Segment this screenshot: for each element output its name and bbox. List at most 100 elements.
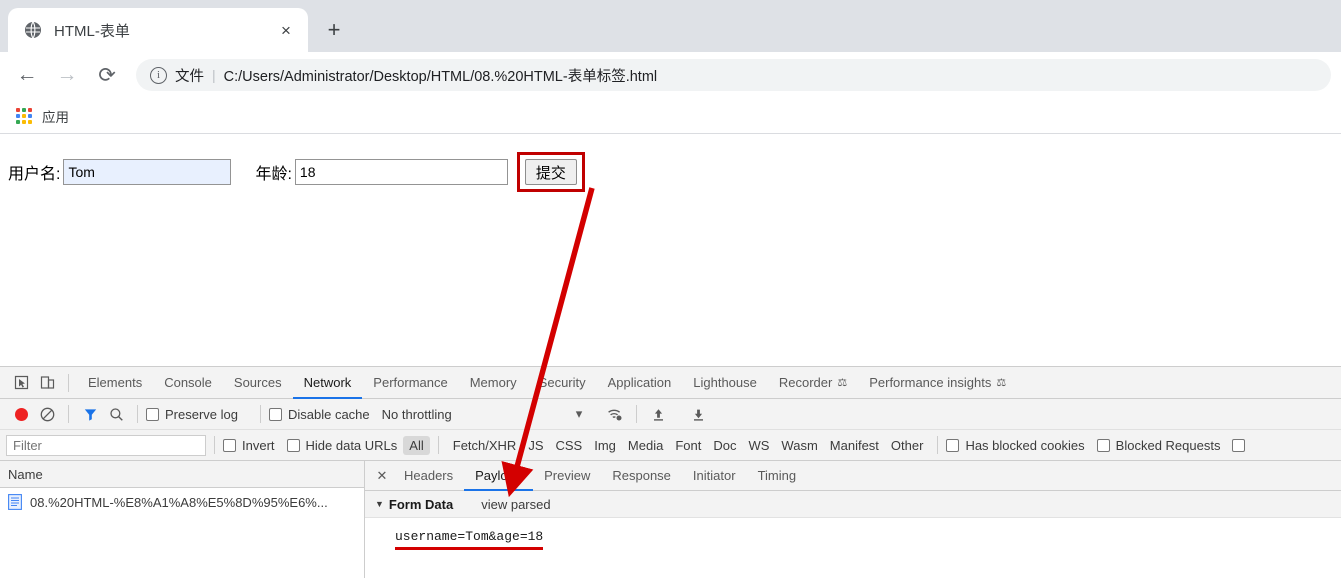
record-button[interactable] xyxy=(8,401,34,427)
filter-type-ws[interactable]: WS xyxy=(742,436,775,455)
devtools-tab-performance-insights[interactable]: Performance insights ⚖ xyxy=(858,367,1017,399)
devtools-tab-label: Sources xyxy=(234,367,282,399)
address-bar[interactable]: i 文件 | C:/Users/Administrator/Desktop/HT… xyxy=(136,59,1331,91)
filter-type-wasm[interactable]: Wasm xyxy=(775,436,823,455)
network-conditions-icon[interactable] xyxy=(602,401,628,427)
devtools-tab-label: Console xyxy=(164,367,212,399)
toolbar-divider xyxy=(937,436,938,454)
filter-type-manifest[interactable]: Manifest xyxy=(824,436,885,455)
filter-input[interactable] xyxy=(6,435,206,456)
username-input[interactable] xyxy=(63,159,231,185)
search-button[interactable] xyxy=(103,401,129,427)
checkbox-box xyxy=(1232,439,1245,452)
network-column-header[interactable]: Name xyxy=(0,461,364,488)
toolbar-divider xyxy=(68,405,69,423)
filter-type-other[interactable]: Other xyxy=(885,436,930,455)
filter-button[interactable] xyxy=(77,401,103,427)
filter-type-img[interactable]: Img xyxy=(588,436,622,455)
devtools-tab-memory[interactable]: Memory xyxy=(459,367,528,399)
has-blocked-cookies-checkbox[interactable]: Has blocked cookies xyxy=(946,438,1084,453)
new-tab-button[interactable]: + xyxy=(316,12,352,48)
record-dot-icon xyxy=(15,408,28,421)
url-text: C:/Users/Administrator/Desktop/HTML/08.%… xyxy=(224,65,658,86)
blocked-requests-checkbox[interactable]: Blocked Requests xyxy=(1097,438,1221,453)
close-icon[interactable]: × xyxy=(274,18,298,42)
form-data-body: username=Tom&age=18 xyxy=(365,518,1341,578)
bookmark-apps-label: 应用 xyxy=(42,106,69,126)
form-data-section-header[interactable]: ▼ Form Data view parsed xyxy=(365,491,1341,518)
disable-cache-checkbox[interactable]: Disable cache xyxy=(269,407,370,422)
network-request-name: 08.%20HTML-%E8%A1%A8%E5%8D%95%E6%... xyxy=(30,495,328,510)
devtools-tab-recorder[interactable]: Recorder ⚖ xyxy=(768,367,858,399)
experiment-flask-icon: ⚖ xyxy=(837,367,847,399)
chevron-down-icon[interactable]: ▼ xyxy=(375,499,384,509)
globe-icon xyxy=(24,21,42,39)
devtools-tab-security[interactable]: Security xyxy=(528,367,597,399)
filter-type-fetch-xhr[interactable]: Fetch/XHR xyxy=(447,436,523,455)
export-har-icon[interactable] xyxy=(685,401,711,427)
device-toolbar-icon[interactable] xyxy=(34,370,60,396)
filter-type-css[interactable]: CSS xyxy=(550,436,589,455)
devtools-tab-label: Network xyxy=(304,367,352,399)
devtools-tab-sources[interactable]: Sources xyxy=(223,367,293,399)
experiment-flask-icon: ⚖ xyxy=(996,367,1006,399)
detail-tab-headers[interactable]: Headers xyxy=(393,461,464,491)
devtools-tab-label: Recorder xyxy=(779,367,832,399)
devtools-tab-network[interactable]: Network xyxy=(293,367,363,399)
filter-type-font[interactable]: Font xyxy=(669,436,707,455)
page-info-icon[interactable]: i xyxy=(150,67,167,84)
close-icon[interactable]: ✕ xyxy=(371,465,393,487)
checkbox-box xyxy=(946,439,959,452)
devtools-tab-performance[interactable]: Performance xyxy=(362,367,458,399)
detail-tab-response[interactable]: Response xyxy=(601,461,682,491)
checkbox-box xyxy=(287,439,300,452)
chevron-down-icon[interactable]: ▾ xyxy=(576,406,583,422)
hide-data-urls-checkbox[interactable]: Hide data URLs xyxy=(287,438,398,453)
devtools-tab-application[interactable]: Application xyxy=(597,367,683,399)
devtools-tab-lighthouse[interactable]: Lighthouse xyxy=(682,367,768,399)
blocked-requests-label: Blocked Requests xyxy=(1116,438,1221,453)
bookmark-apps[interactable]: 应用 xyxy=(16,106,69,126)
age-label: 年龄: xyxy=(255,160,291,184)
devtools-tab-label: Application xyxy=(608,367,672,399)
filter-type-media[interactable]: Media xyxy=(622,436,669,455)
devtools-tab-label: Memory xyxy=(470,367,517,399)
clear-button[interactable] xyxy=(34,401,60,427)
disable-cache-label: Disable cache xyxy=(288,407,370,422)
back-icon[interactable]: ← xyxy=(10,58,44,92)
request-detail-tabs: ✕ Headers Payload Preview Response Initi… xyxy=(365,461,1341,491)
reload-icon[interactable]: ⟳ xyxy=(90,58,124,92)
detail-tab-initiator[interactable]: Initiator xyxy=(682,461,747,491)
filter-type-doc[interactable]: Doc xyxy=(707,436,742,455)
devtools-tab-elements[interactable]: Elements xyxy=(77,367,153,399)
invert-label: Invert xyxy=(242,438,275,453)
inspect-element-icon[interactable] xyxy=(8,370,34,396)
network-request-row[interactable]: 08.%20HTML-%E8%A1%A8%E5%8D%95%E6%... xyxy=(0,488,364,516)
submit-button[interactable]: 提交 xyxy=(525,159,577,185)
view-parsed-link[interactable]: view parsed xyxy=(481,497,550,512)
forward-icon[interactable]: → xyxy=(50,58,84,92)
network-request-list: Name 08.%20HTML-%E8%A1%A8%E5%8D%95%E6%..… xyxy=(0,461,365,578)
third-party-requests-checkbox[interactable] xyxy=(1232,439,1251,452)
username-label: 用户名: xyxy=(8,160,60,184)
browser-tab[interactable]: HTML-表单 × xyxy=(8,8,308,52)
toolbar-divider xyxy=(636,405,637,423)
detail-tab-payload[interactable]: Payload xyxy=(464,461,533,491)
throttling-label[interactable]: No throttling xyxy=(382,407,452,422)
devtools-tab-label: Security xyxy=(539,367,586,399)
filter-type-js[interactable]: JS xyxy=(522,436,549,455)
form-data-value: username=Tom&age=18 xyxy=(395,529,543,550)
import-har-icon[interactable] xyxy=(645,401,671,427)
network-body: Name 08.%20HTML-%E8%A1%A8%E5%8D%95%E6%..… xyxy=(0,461,1341,578)
preserve-log-checkbox[interactable]: Preserve log xyxy=(146,407,238,422)
browser-toolbar: ← → ⟳ i 文件 | C:/Users/Administrator/Desk… xyxy=(0,52,1341,98)
invert-checkbox[interactable]: Invert xyxy=(223,438,275,453)
detail-tab-preview[interactable]: Preview xyxy=(533,461,601,491)
devtools-tab-console[interactable]: Console xyxy=(153,367,223,399)
toolbar-divider xyxy=(260,405,261,423)
detail-tab-timing[interactable]: Timing xyxy=(747,461,808,491)
filter-type-all[interactable]: All xyxy=(403,436,429,455)
tab-title: HTML-表单 xyxy=(54,20,274,41)
age-input[interactable] xyxy=(295,159,508,185)
toolbar-divider xyxy=(137,405,138,423)
